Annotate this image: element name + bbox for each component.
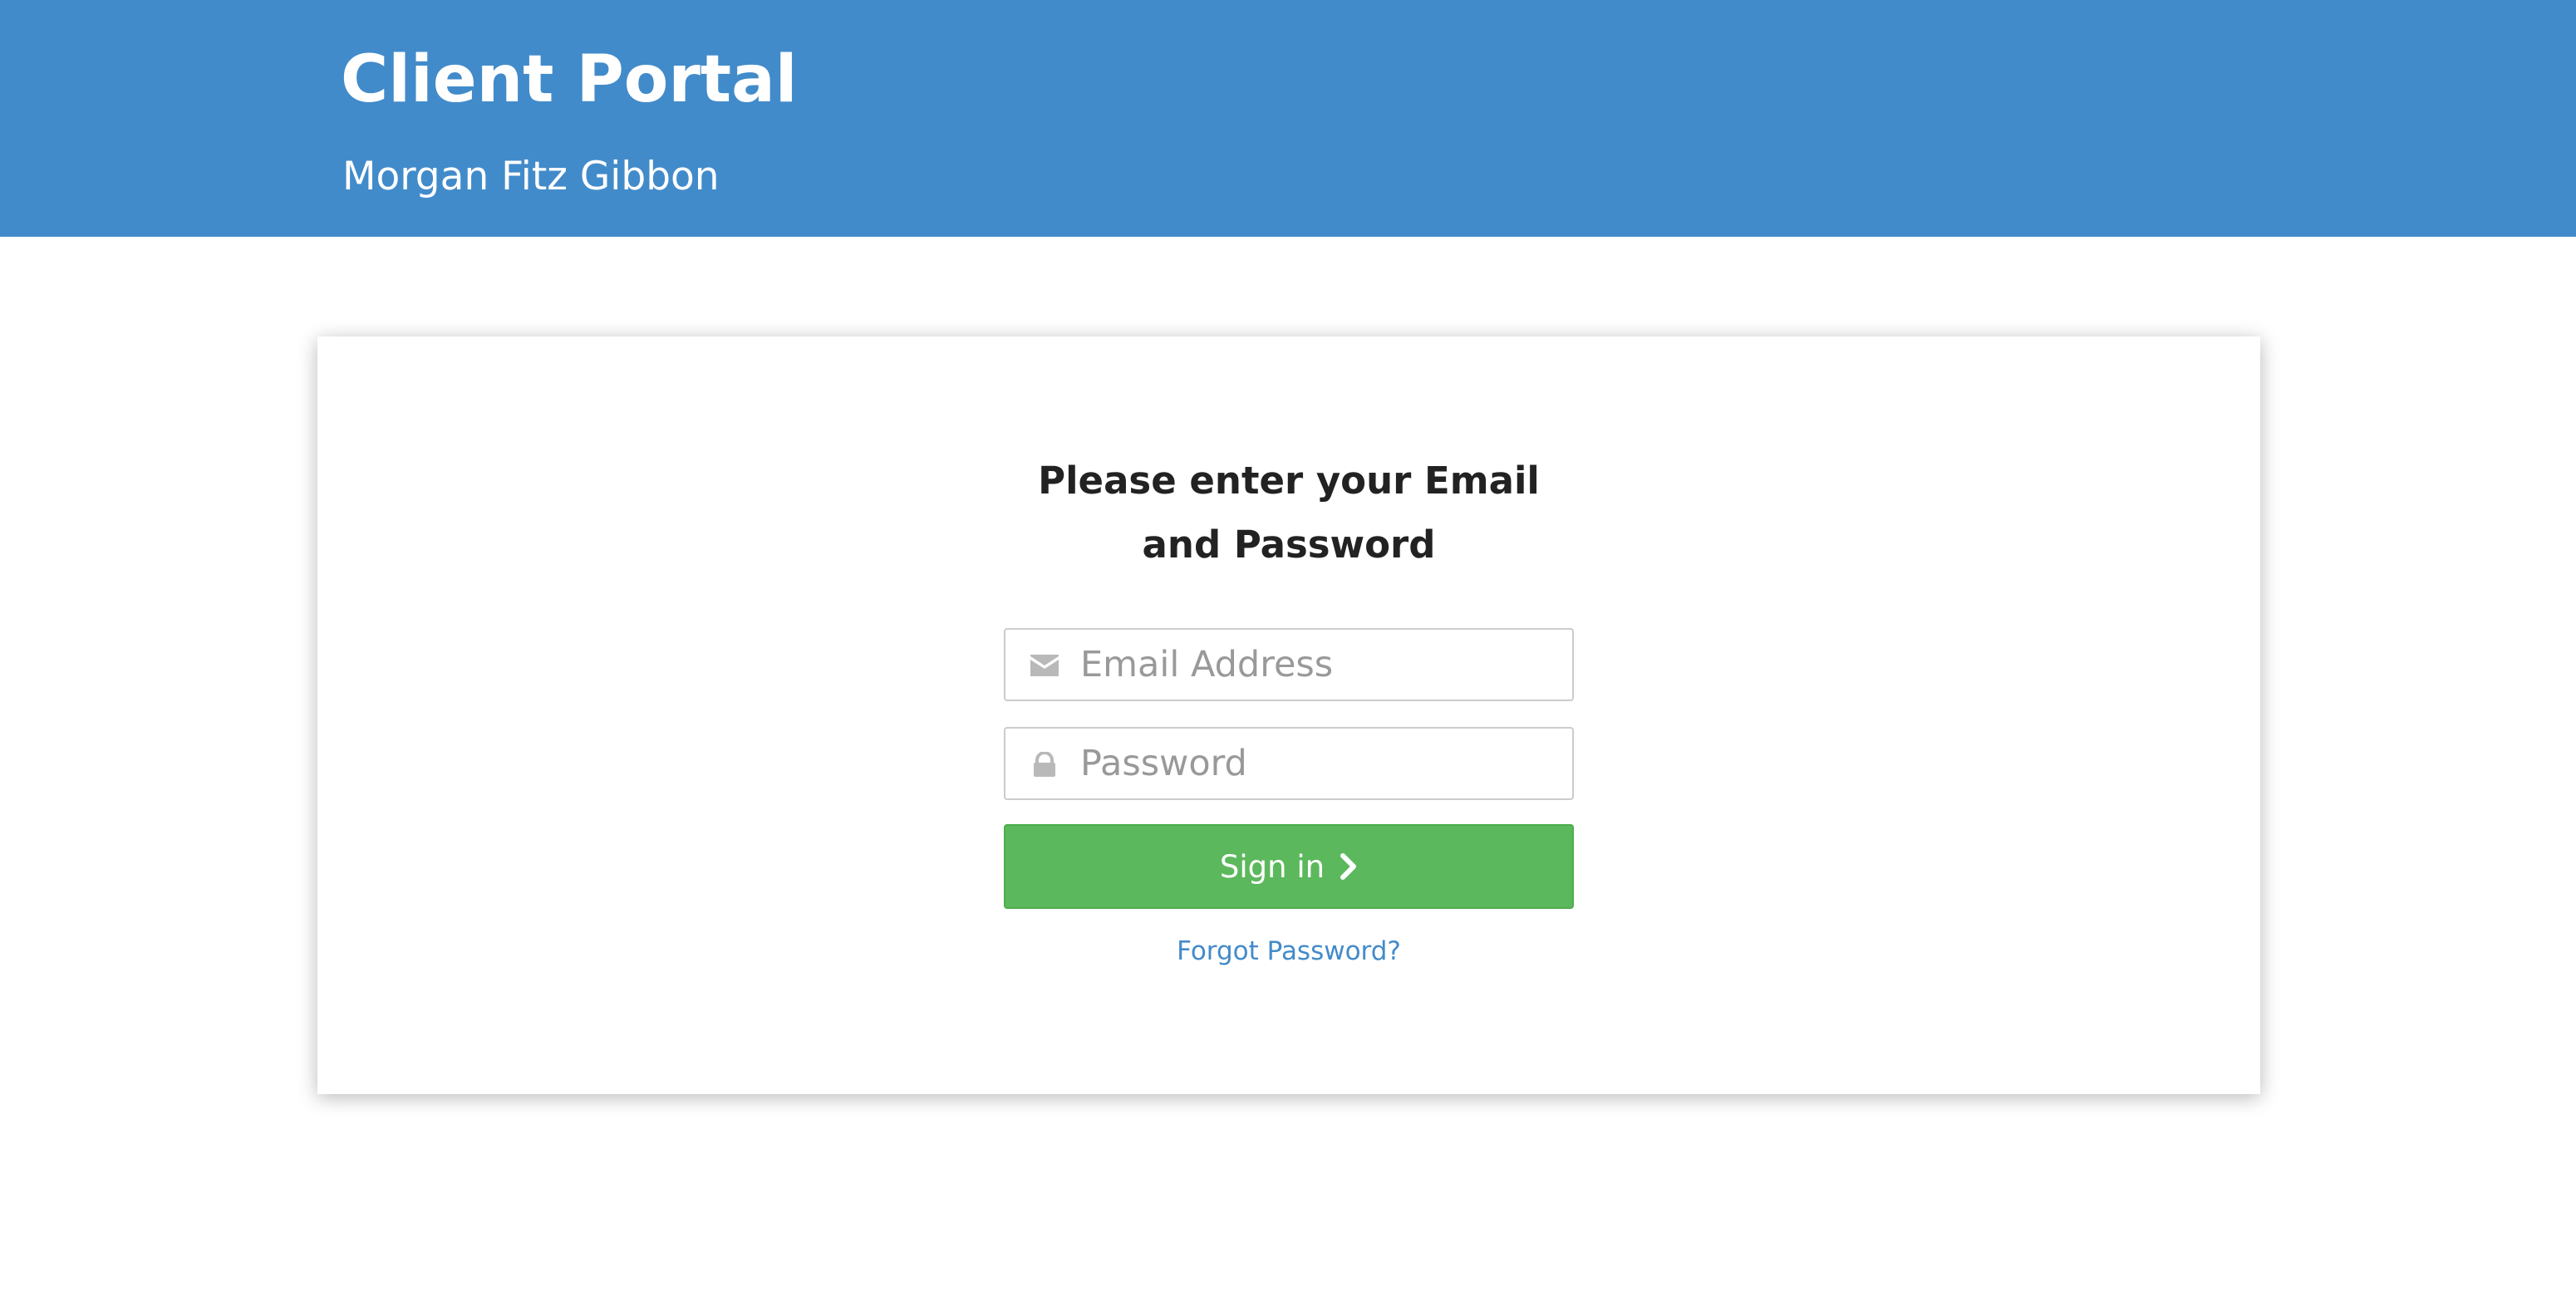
password-input[interactable] [1080, 729, 1554, 798]
signin-button[interactable]: Sign in [1004, 824, 1574, 909]
email-field[interactable] [1004, 628, 1574, 701]
login-heading: Please enter your Email and Password [1004, 449, 1574, 577]
login-heading-line2: and Password [1142, 523, 1436, 567]
page-title: Client Portal [341, 42, 798, 117]
password-field[interactable] [1004, 727, 1574, 800]
envelope-icon [1029, 653, 1060, 678]
client-name: Morgan Fitz Gibbon [342, 154, 720, 199]
login-heading-line1: Please enter your Email [1038, 459, 1540, 503]
signin-label: Sign in [1219, 848, 1325, 885]
forgot-password-link[interactable]: Forgot Password? [1004, 930, 1574, 972]
portal-header: Client Portal Morgan Fitz Gibbon [0, 0, 2576, 237]
login-form: Please enter your Email and Password Sig… [1004, 449, 1574, 966]
chevron-right-icon [1340, 852, 1358, 881]
lock-icon [1029, 751, 1060, 777]
email-input[interactable] [1080, 630, 1554, 700]
